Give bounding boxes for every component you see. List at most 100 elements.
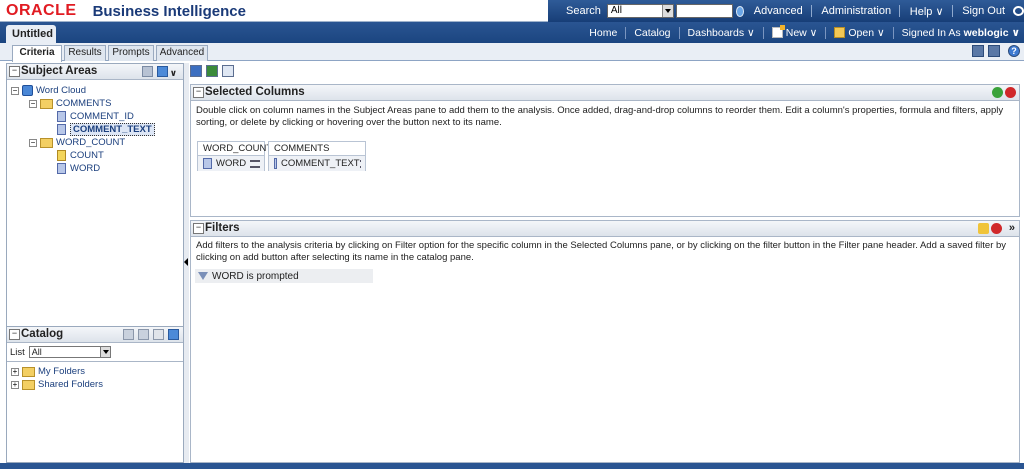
catalog-folder-my-folders[interactable]: + My Folders bbox=[11, 365, 85, 378]
save-as-icon[interactable] bbox=[988, 45, 1000, 57]
sort-icon[interactable] bbox=[206, 65, 218, 77]
chevron-down-icon[interactable]: ∨ bbox=[170, 66, 177, 81]
subject-areas-header[interactable]: Subject Areas ∨ bbox=[7, 64, 183, 80]
oracle-logo: ORACLE Business Intelligence bbox=[6, 2, 246, 20]
edit-icon[interactable] bbox=[153, 329, 164, 340]
bottom-border bbox=[0, 463, 1024, 469]
add-filter-icon[interactable] bbox=[978, 223, 989, 234]
folder-label: Shared Folders bbox=[38, 379, 103, 390]
home-link[interactable]: Home bbox=[589, 27, 617, 39]
open-menu-label: Open ∨ bbox=[848, 26, 885, 39]
tree-node-word-count[interactable]: − WORD_COUNT bbox=[29, 136, 125, 149]
tab-prompts[interactable]: Prompts bbox=[108, 45, 154, 61]
tree-node-count[interactable]: COUNT bbox=[57, 149, 104, 162]
filters-description: Add filters to the analysis criteria by … bbox=[196, 240, 1007, 263]
folder-icon bbox=[40, 98, 53, 109]
subject-areas-tools: ∨ bbox=[141, 66, 177, 81]
tree-node-label: WORD bbox=[70, 163, 101, 174]
add-icon[interactable] bbox=[141, 66, 153, 77]
help-menu[interactable]: Help ∨ bbox=[910, 5, 944, 18]
sign-out-icon[interactable] bbox=[1013, 6, 1024, 16]
catalog-pane: Catalog List All + My Folders + Shared Fol… bbox=[7, 326, 183, 462]
open-menu[interactable]: Open ∨ bbox=[834, 26, 885, 39]
folder-label: My Folders bbox=[38, 366, 85, 377]
tree-node-comment-id[interactable]: COMMENT_ID bbox=[57, 110, 134, 123]
column-options-icon[interactable] bbox=[359, 159, 361, 168]
tree-node-comment-text[interactable]: COMMENT_TEXT bbox=[57, 123, 155, 136]
tree-node-comments[interactable]: − COMMENTS bbox=[29, 97, 111, 110]
editor-tabs: Criteria Results Prompts Advanced ? bbox=[0, 43, 1024, 62]
column-properties-icon[interactable] bbox=[222, 65, 234, 77]
catalog-list-value: All bbox=[31, 347, 42, 357]
expand-icon[interactable]: + bbox=[11, 380, 19, 389]
search-input[interactable] bbox=[676, 4, 733, 18]
catalog-folder-shared-folders[interactable]: + Shared Folders bbox=[11, 378, 103, 391]
search-scope-select[interactable]: All bbox=[606, 4, 675, 18]
refresh-icon[interactable] bbox=[156, 66, 168, 77]
selected-columns-description: Double click on column names in the Subj… bbox=[196, 105, 1004, 128]
remove-filters-icon[interactable] bbox=[991, 223, 1002, 234]
divider bbox=[899, 5, 900, 17]
expand-icon[interactable]: + bbox=[11, 367, 19, 376]
column-icon bbox=[274, 158, 277, 169]
tab-criteria[interactable]: Criteria bbox=[12, 45, 62, 62]
app-window: ORACLE Business Intelligence Search All … bbox=[0, 0, 1024, 469]
new-menu-label: New ∨ bbox=[785, 26, 818, 39]
collapse-icon[interactable]: − bbox=[29, 99, 37, 108]
column-options-icon[interactable] bbox=[250, 159, 260, 168]
divider bbox=[892, 26, 894, 39]
catalog-link[interactable]: Catalog bbox=[634, 27, 670, 39]
search-icon[interactable] bbox=[138, 329, 149, 340]
chevron-down-icon[interactable] bbox=[99, 347, 110, 357]
sign-out-link[interactable]: Sign Out bbox=[962, 5, 1005, 17]
tree-node-word[interactable]: WORD bbox=[57, 162, 100, 175]
subject-areas-title: Subject Areas bbox=[21, 65, 98, 77]
folder-icon bbox=[22, 379, 35, 390]
column-folder-label: WORD_COUNT bbox=[198, 142, 272, 156]
column-card-word[interactable]: WORD_COUNT WORD bbox=[197, 141, 272, 171]
filters-header[interactable]: Filters » bbox=[191, 221, 1019, 237]
divider bbox=[825, 26, 827, 39]
tab-results[interactable]: Results bbox=[64, 45, 106, 61]
tree-node-word-cloud[interactable]: − Word Cloud bbox=[11, 84, 86, 97]
column-card-comment-text[interactable]: COMMENTS COMMENT_TEXT bbox=[268, 141, 366, 171]
tab-advanced[interactable]: Advanced bbox=[156, 45, 208, 61]
navigation-bar: Untitled Home Catalog Dashboards ∨ New ∨… bbox=[0, 22, 1024, 43]
administration-link[interactable]: Administration bbox=[821, 5, 891, 17]
search-go-icon[interactable] bbox=[735, 5, 744, 17]
folder-icon bbox=[40, 137, 53, 148]
filter-item[interactable]: WORD is prompted bbox=[195, 269, 373, 283]
catalog-list-select[interactable]: All bbox=[28, 346, 111, 358]
document-tab[interactable]: Untitled bbox=[6, 25, 56, 43]
column-body: COMMENT_TEXT bbox=[269, 156, 365, 171]
save-icon[interactable] bbox=[972, 45, 984, 57]
more-icon[interactable]: » bbox=[1009, 221, 1015, 236]
selected-columns-header[interactable]: Selected Columns bbox=[191, 85, 1019, 101]
add-icon[interactable] bbox=[123, 329, 134, 340]
catalog-list-filter: List All bbox=[10, 346, 111, 358]
refresh-icon[interactable] bbox=[168, 329, 179, 340]
criteria-toolbar bbox=[190, 65, 238, 81]
filter-icon[interactable] bbox=[190, 65, 202, 77]
column-folder-label: COMMENTS bbox=[269, 142, 365, 156]
new-document-icon bbox=[771, 24, 785, 38]
brand-name: ORACLE bbox=[6, 2, 77, 19]
user-menu[interactable]: weblogic ∨ bbox=[964, 27, 1020, 39]
cube-icon bbox=[22, 85, 33, 96]
pane-splitter[interactable] bbox=[184, 63, 189, 463]
dashboards-menu[interactable]: Dashboards ∨ bbox=[688, 27, 755, 39]
advanced-link[interactable]: Advanced bbox=[754, 5, 803, 17]
help-icon[interactable]: ? bbox=[1008, 45, 1020, 57]
chevron-down-icon[interactable] bbox=[662, 5, 674, 17]
collapse-icon[interactable]: − bbox=[29, 138, 37, 147]
new-menu[interactable]: New ∨ bbox=[771, 24, 818, 39]
tab-toolbar: ? bbox=[968, 45, 1020, 57]
add-column-icon[interactable] bbox=[992, 87, 1003, 98]
divider bbox=[810, 5, 812, 17]
catalog-header[interactable]: Catalog bbox=[7, 327, 183, 343]
funnel-icon bbox=[198, 272, 208, 280]
remove-all-icon[interactable] bbox=[1005, 87, 1016, 98]
top-header: ORACLE Business Intelligence Search All … bbox=[0, 0, 1024, 22]
catalog-title: Catalog bbox=[21, 328, 64, 340]
collapse-icon[interactable]: − bbox=[11, 86, 19, 95]
